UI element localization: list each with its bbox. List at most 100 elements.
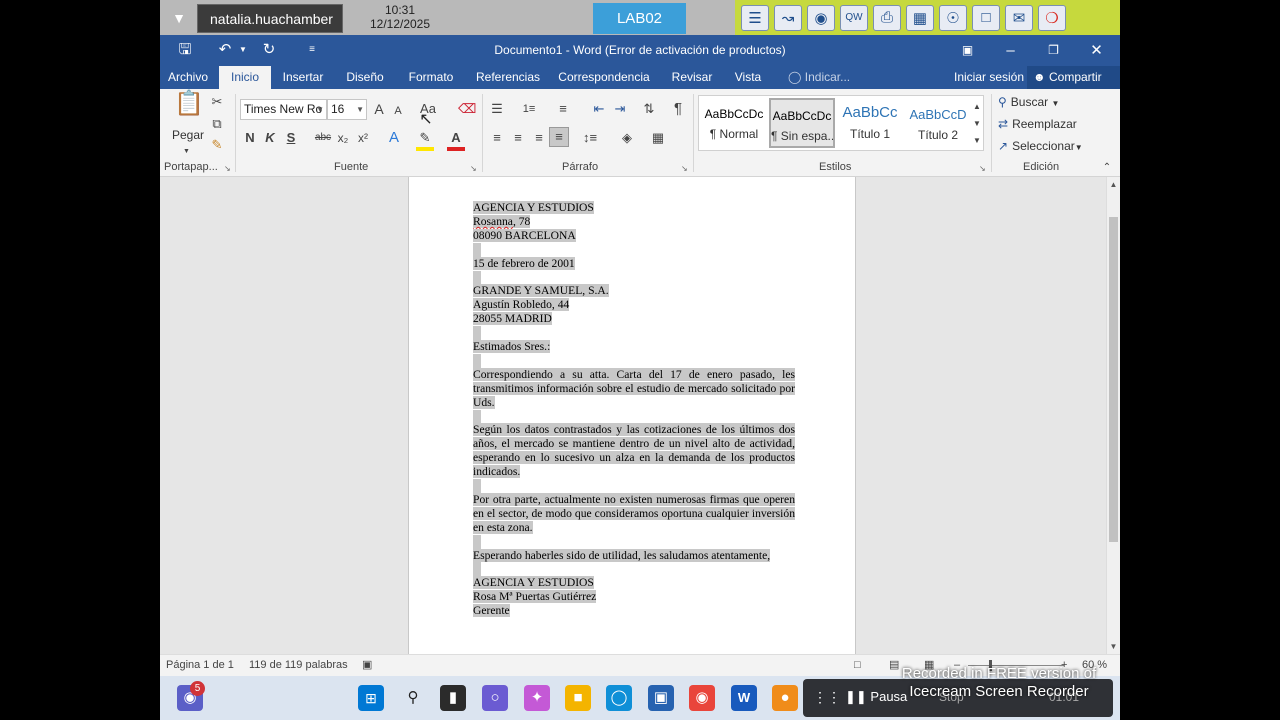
styles-launcher-icon[interactable]: ↘ — [979, 164, 986, 173]
book-icon[interactable]: □ — [972, 4, 1000, 31]
lifebuoy-icon[interactable]: ❍ — [1038, 4, 1066, 31]
paste-dropdown-icon[interactable]: ▼ — [183, 143, 190, 161]
bold-button[interactable]: N — [243, 129, 257, 147]
scroll-up-icon[interactable]: ▲ — [1107, 180, 1120, 189]
copilot-icon[interactable]: ✦ — [524, 685, 550, 711]
underline-button[interactable]: S — [284, 129, 298, 147]
recipient-name[interactable]: GRANDE Y SAMUEL, S.A. — [473, 284, 609, 298]
sender-city[interactable]: 08090 BARCELONA — [473, 228, 576, 242]
collapse-ribbon-icon[interactable]: ⌃ — [1100, 159, 1114, 177]
disc-icon[interactable]: ◉ — [807, 4, 835, 31]
letter-date[interactable]: 15 de febrero de 2001 — [473, 256, 575, 270]
paste-label[interactable]: Pegar — [172, 128, 204, 142]
style-normal[interactable]: AaBbCcDc ¶ Normal — [701, 98, 767, 148]
signature-company[interactable]: AGENCIA Y ESTUDIOS — [473, 576, 594, 590]
share-button[interactable]: ☻ Compartir — [1027, 66, 1120, 89]
window-icon[interactable]: ▦ — [906, 4, 934, 31]
multilevel-list-icon[interactable]: ≡ — [554, 100, 572, 118]
store-icon[interactable]: ▣ — [648, 685, 674, 711]
tab-archivo[interactable]: Archivo — [160, 66, 216, 89]
numbering-icon[interactable]: 1≡ — [520, 100, 538, 118]
italic-button[interactable]: K — [263, 129, 277, 147]
justify-icon[interactable]: ≡ — [549, 127, 569, 147]
body-paragraph-3[interactable]: Por otra parte, actualmente no existen n… — [473, 492, 795, 534]
replace-button[interactable]: ⇄ Reemplazar — [998, 117, 1077, 131]
style-heading-2[interactable]: AaBbCcD Título 2 — [905, 98, 971, 148]
body-paragraph-2[interactable]: Según los datos contrastados y las cotiz… — [473, 423, 795, 479]
lab-label[interactable]: LAB02 — [593, 3, 686, 34]
format-painter-icon[interactable]: ✎ — [209, 136, 225, 154]
document-area[interactable]: AGENCIA Y ESTUDIOS Rosanna, 78 08090 BAR… — [160, 177, 1106, 654]
text-effects-icon[interactable]: A — [385, 129, 403, 147]
align-left-icon[interactable]: ≡ — [488, 129, 506, 147]
copy-icon[interactable]: ⧉ — [209, 115, 225, 133]
chat-icon[interactable]: ○ — [482, 685, 508, 711]
minimize-icon[interactable]: – — [989, 35, 1032, 66]
sign-in-link[interactable]: Iniciar sesión — [954, 66, 1024, 89]
vertical-scrollbar[interactable]: ▲ ▼ — [1106, 177, 1120, 654]
font-color-icon[interactable]: A — [447, 129, 465, 151]
scroll-down-icon[interactable]: ▼ — [1107, 642, 1120, 651]
line-chart-icon[interactable]: ↝ — [774, 4, 802, 31]
grow-font-icon[interactable]: A — [371, 100, 387, 118]
tab-vista[interactable]: Vista — [730, 66, 766, 89]
styles-scroll-up-icon[interactable]: ▲ — [971, 98, 983, 116]
restore-icon[interactable]: ❐ — [1032, 35, 1075, 66]
recipient-city[interactable]: 28055 MADRID — [473, 312, 552, 326]
printer-icon[interactable]: ⎙ — [873, 4, 901, 31]
windows-start-icon[interactable]: ⊞ — [358, 685, 384, 711]
ribbon-display-icon[interactable]: ▣ — [946, 35, 989, 66]
font-launcher-icon[interactable]: ↘ — [470, 164, 477, 173]
highlight-color-icon[interactable]: ✎ — [416, 129, 434, 151]
subscript-button[interactable]: x₂ — [336, 129, 350, 147]
shield-icon[interactable]: ▼ — [166, 5, 192, 31]
closing-line[interactable]: Esperando haberles sido de utilidad, les… — [473, 548, 771, 562]
edge-icon[interactable]: ◯ — [606, 685, 632, 711]
increase-indent-icon[interactable]: ⇥ — [611, 100, 629, 118]
sort-icon[interactable]: ⇅ — [640, 100, 658, 118]
document-list-icon[interactable]: ☰ — [741, 4, 769, 31]
task-view-icon[interactable]: ▮ — [440, 685, 466, 711]
tell-me-box[interactable]: ◯ Indicar... — [788, 66, 850, 89]
globe-icon[interactable]: ☉ — [939, 4, 967, 31]
proofing-icon[interactable]: ▣ — [362, 655, 372, 676]
salutation[interactable]: Estimados Sres.: — [473, 340, 551, 354]
tab-inicio[interactable]: Inicio — [219, 66, 271, 89]
bullets-icon[interactable]: ☰ — [488, 100, 506, 118]
align-right-icon[interactable]: ≡ — [530, 129, 548, 147]
sender-name[interactable]: AGENCIA Y ESTUDIOS — [473, 201, 594, 214]
recorder-icon[interactable]: ● — [772, 685, 798, 711]
borders-icon[interactable]: ▦ — [649, 129, 667, 147]
shrink-font-icon[interactable]: A — [391, 102, 405, 120]
word-icon[interactable]: W — [731, 685, 757, 711]
font-family-select[interactable]: Times New Ro ▼ — [240, 99, 327, 120]
line-spacing-icon[interactable]: ↕≡ — [580, 129, 600, 147]
tab-correspondencia[interactable]: Correspondencia — [558, 66, 650, 89]
search-icon[interactable]: ⚲ — [400, 685, 426, 711]
page-count[interactable]: Página 1 de 1 — [166, 655, 234, 676]
document-text[interactable]: AGENCIA Y ESTUDIOS Rosanna, 78 08090 BAR… — [473, 201, 795, 618]
cut-icon[interactable]: ✂ — [209, 93, 225, 111]
chat-icon[interactable]: ✉ — [1005, 4, 1033, 31]
folder-icon[interactable]: ■ — [565, 685, 591, 711]
tab-referencias[interactable]: Referencias — [473, 66, 543, 89]
tab-insertar[interactable]: Insertar — [277, 66, 329, 89]
close-icon[interactable]: ✕ — [1075, 35, 1118, 66]
shading-icon[interactable]: ◈ — [618, 129, 636, 147]
body-paragraph-1[interactable]: Correspondiendo a su atta. Carta del 17 … — [473, 367, 795, 409]
font-size-select[interactable]: 16 ▼ — [327, 99, 367, 120]
keyboard-icon[interactable]: QW — [840, 4, 868, 31]
find-button[interactable]: ⚲ Buscar ▼ — [998, 95, 1059, 109]
chrome-icon[interactable]: ◉ — [689, 685, 715, 711]
drag-handle-icon[interactable]: ⋮⋮ — [813, 689, 841, 706]
read-mode-icon[interactable]: □ — [854, 655, 861, 676]
clipboard-launcher-icon[interactable]: ↘ — [224, 164, 231, 173]
clear-formatting-icon[interactable]: ⌫ — [458, 100, 476, 118]
paragraph-launcher-icon[interactable]: ↘ — [681, 164, 688, 173]
word-count[interactable]: 119 de 119 palabras — [249, 655, 348, 676]
superscript-button[interactable]: x² — [356, 129, 370, 147]
align-center-icon[interactable]: ≡ — [509, 129, 527, 147]
signature-name[interactable]: Rosa Mª Puertas Gutiérrez — [473, 590, 597, 604]
session-user[interactable]: natalia.huachamber — [197, 4, 343, 33]
select-button[interactable]: ↗ Seleccionar▼ — [998, 139, 1083, 153]
